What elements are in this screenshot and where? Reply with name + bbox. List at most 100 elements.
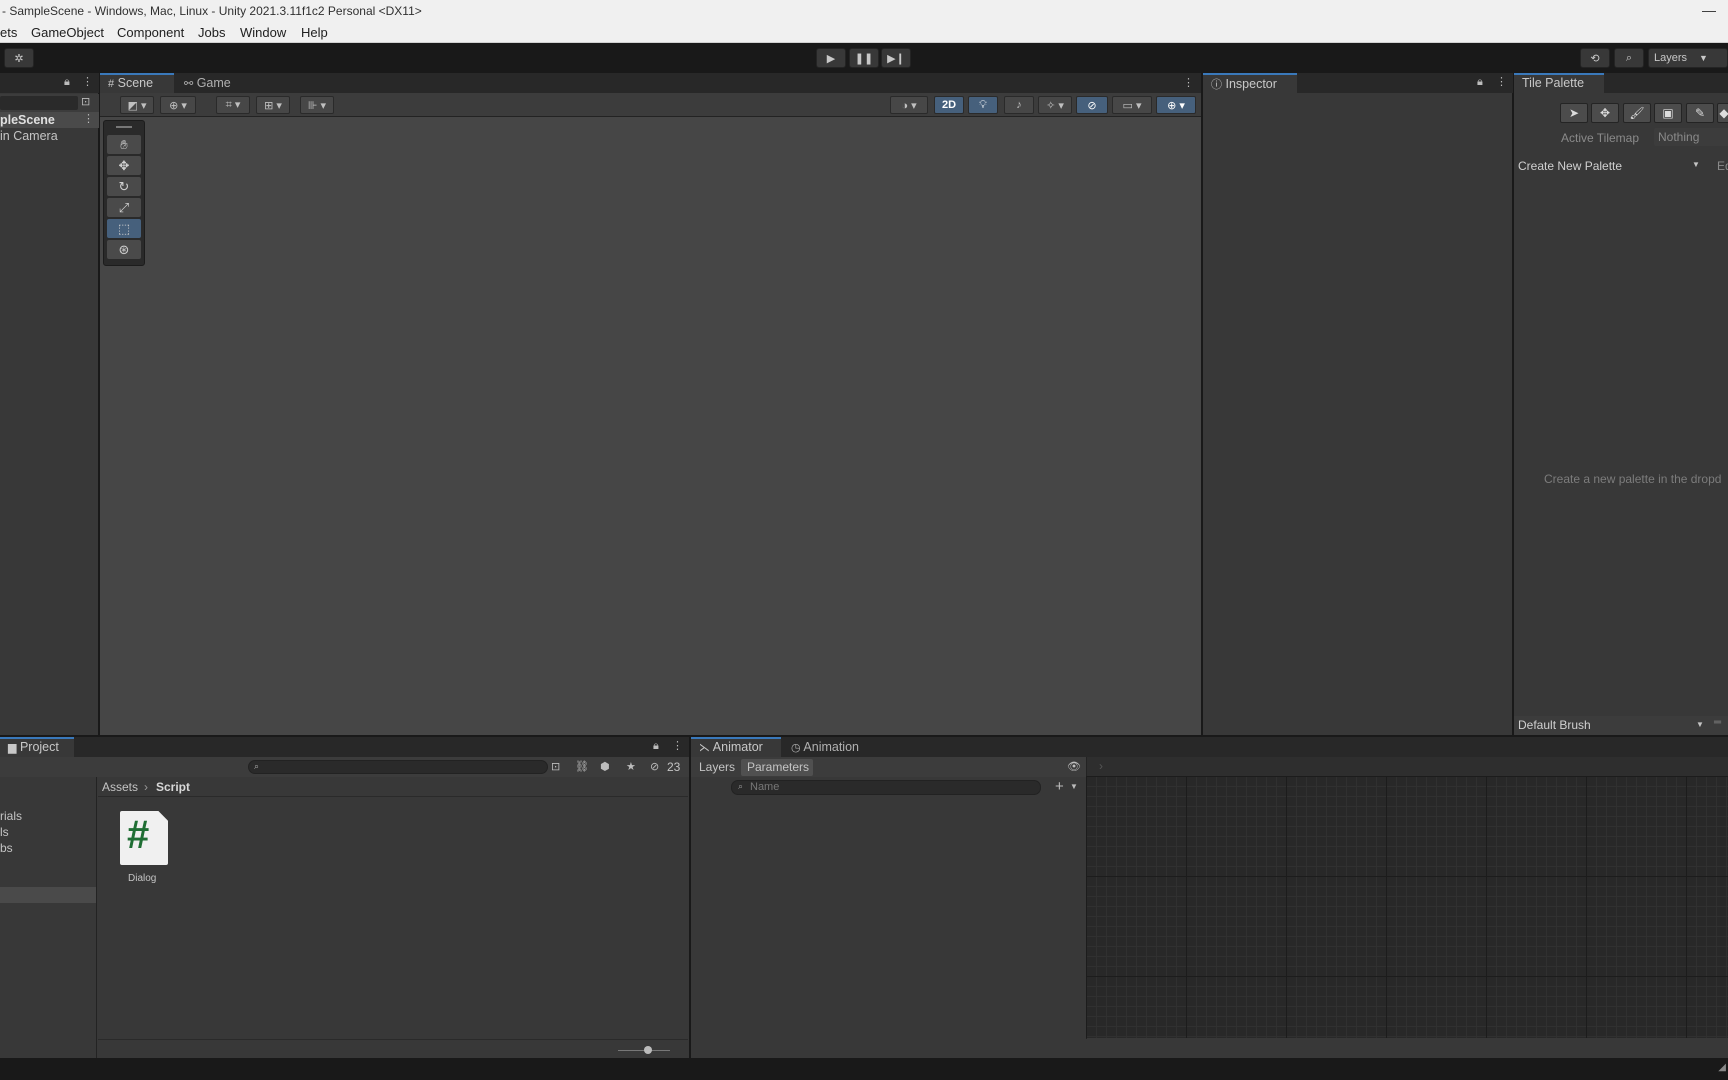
drag-handle[interactable] <box>116 126 132 128</box>
tab-tile-palette[interactable]: Tile Palette <box>1514 73 1604 93</box>
scene-row[interactable]: pleScene ⋮ <box>0 112 99 128</box>
lock-icon[interactable]: 🔒︎ <box>653 740 659 753</box>
tab-inspector[interactable]: ⓘ Inspector <box>1203 73 1297 93</box>
edit-button[interactable]: Ed <box>1717 159 1728 173</box>
hierarchy-search-input[interactable] <box>0 96 78 110</box>
search-icon: ⌕ <box>738 781 744 791</box>
audio-icon[interactable]: ♪ <box>1004 96 1034 114</box>
move-tool-icon[interactable]: ✥ <box>1591 103 1619 123</box>
pause-button[interactable]: ❚❚ <box>849 48 879 68</box>
move-tool-icon[interactable]: ✥ <box>107 156 141 175</box>
resize-grip-icon[interactable]: ◢ <box>1718 1062 1726 1073</box>
hand-tool-icon[interactable]: ✋︎ <box>107 135 141 154</box>
breadcrumb-script[interactable]: Script <box>156 780 190 794</box>
breadcrumb-assets[interactable]: Assets <box>102 780 138 794</box>
effects-dropdown[interactable]: ✧ ▾ <box>1038 96 1072 114</box>
folder-tree-item[interactable]: bs <box>0 841 13 855</box>
tab-animation[interactable]: ◷ Animation <box>783 737 873 757</box>
camera-dropdown[interactable]: ▭ ▾ <box>1112 96 1152 114</box>
lighting-icon[interactable]: 💡︎ <box>968 96 998 114</box>
subtab-parameters[interactable]: Parameters <box>741 759 813 776</box>
collab-icon[interactable]: ✲ <box>4 48 34 68</box>
rect-tool-icon[interactable]: ⬚ <box>107 219 141 238</box>
subtab-layers[interactable]: Layers <box>693 759 739 776</box>
search-filter-icon[interactable]: ⊡ <box>81 95 90 108</box>
kebab-menu-icon[interactable]: ⋮ <box>82 75 93 88</box>
icon-size-slider-thumb[interactable] <box>644 1046 652 1054</box>
menu-assets[interactable]: ets <box>0 25 17 40</box>
transform-tool-icon[interactable]: ⊛ <box>107 240 141 259</box>
select-tool-icon[interactable]: ➤ <box>1560 103 1588 123</box>
asset-name[interactable]: Dialog <box>128 873 156 884</box>
picker-icon[interactable]: ✎ <box>1686 103 1714 123</box>
tab-scene[interactable]: # Scene <box>100 73 174 93</box>
folder-tree-item-selected[interactable] <box>0 887 96 903</box>
step-button[interactable]: ▶❙ <box>881 48 911 68</box>
info-icon: ⓘ <box>1211 79 1222 91</box>
play-button[interactable]: ▶ <box>816 48 846 68</box>
hierarchy-tabbar: 🔒︎ ⋮ <box>0 73 99 93</box>
animator-graph-grid[interactable] <box>1086 776 1728 1038</box>
eraser-icon[interactable]: ◆ <box>1717 103 1728 123</box>
parameter-search-input[interactable]: ⌕ Name <box>731 780 1041 795</box>
filter-by-type-icon[interactable]: ⛓︎ <box>575 760 589 773</box>
kebab-menu-icon[interactable]: ⋮ <box>672 739 683 752</box>
tab-animator[interactable]: ⋋ Animator <box>691 737 781 757</box>
status-bar: ◢ <box>0 1058 1728 1080</box>
increment-snap-dropdown[interactable]: ⊞ ▾ <box>256 96 290 114</box>
project-search-input[interactable]: ⌕ <box>248 760 548 774</box>
hierarchy-panel <box>0 73 99 735</box>
grid-snap-dropdown[interactable]: ⌗ ▾ <box>216 96 250 114</box>
paint-brush-icon[interactable]: 🖌︎ <box>1623 103 1651 123</box>
shading-dropdown[interactable]: ◑ ▾ <box>890 96 928 114</box>
tab-game[interactable]: ⚯ Game <box>176 73 246 93</box>
favorites-icon[interactable]: ★ <box>626 760 636 773</box>
hierarchy-item-main-camera[interactable]: in Camera <box>0 128 99 144</box>
palette-dropdown[interactable]: Create New Palette ▼ <box>1516 157 1704 175</box>
visibility-icon[interactable]: ⊘ <box>1076 96 1108 114</box>
brush-dropdown[interactable]: Default Brush ▼ ═ <box>1514 716 1728 735</box>
animator-subtabs: Layers Parameters 👁︎ <box>691 757 1086 777</box>
minimize-icon[interactable]: — <box>1702 2 1716 18</box>
menu-gameobject[interactable]: GameObject <box>31 25 104 40</box>
search-icon[interactable]: ⌕ <box>1614 48 1644 68</box>
tab-animator-label: Animator <box>712 740 763 754</box>
folder-tree-item[interactable]: rials <box>0 809 22 823</box>
filter-by-label-icon[interactable]: ⬢ <box>600 760 610 773</box>
menu-component[interactable]: Component <box>117 25 184 40</box>
active-tilemap-dropdown[interactable]: Nothing <box>1654 128 1728 146</box>
resize-handle-icon[interactable]: ═ <box>1714 717 1721 728</box>
project-footer <box>98 1039 688 1059</box>
scene-tabbar: # Scene ⚯ Game ⋮ <box>100 73 1201 93</box>
menu-window[interactable]: Window <box>240 25 286 40</box>
menu-jobs[interactable]: Jobs <box>198 25 225 40</box>
eye-icon[interactable]: 👁︎ <box>1067 760 1081 773</box>
scene-name: pleScene <box>0 113 55 127</box>
menu-help[interactable]: Help <box>301 25 328 40</box>
lock-icon[interactable]: 🔒︎ <box>1477 76 1483 89</box>
box-fill-icon[interactable]: ▣ <box>1654 103 1682 123</box>
layers-dropdown[interactable]: Layers ▼ <box>1648 48 1728 68</box>
rotate-tool-icon[interactable]: ↻ <box>107 177 141 196</box>
window-title: - SampleScene - Windows, Mac, Linux - Un… <box>2 4 422 18</box>
global-dropdown[interactable]: ⊕ ▾ <box>160 96 196 114</box>
tab-project[interactable]: ▆ Project <box>0 737 74 757</box>
scene-view[interactable] <box>100 73 1201 735</box>
folder-tree-item[interactable]: ls <box>0 825 9 839</box>
kebab-menu-icon[interactable]: ⋮ <box>1183 76 1194 89</box>
scale-tool-icon[interactable]: ⤢ <box>107 198 141 217</box>
history-icon[interactable]: ⟲ <box>1580 48 1610 68</box>
ruler-dropdown[interactable]: ⊪ ▾ <box>300 96 334 114</box>
folder-icon: ▆ <box>8 742 17 754</box>
csharp-script-icon[interactable]: # <box>120 811 168 865</box>
hidden-packages-icon[interactable]: ⊘ <box>650 760 659 773</box>
gizmos-dropdown[interactable]: ⊕ ▾ <box>1156 96 1196 114</box>
kebab-menu-icon[interactable]: ⋮ <box>83 112 94 125</box>
search-filter-icon[interactable]: ⊡ <box>551 760 560 773</box>
lock-icon[interactable]: 🔒︎ <box>64 76 70 89</box>
kebab-menu-icon[interactable]: ⋮ <box>1496 75 1507 88</box>
active-tilemap-value: Nothing <box>1658 130 1700 144</box>
toggle-2d-button[interactable]: 2D <box>934 96 964 114</box>
draw-mode-dropdown[interactable]: ◩ ▾ <box>120 96 154 114</box>
add-parameter-icon[interactable]: + <box>1055 778 1064 795</box>
